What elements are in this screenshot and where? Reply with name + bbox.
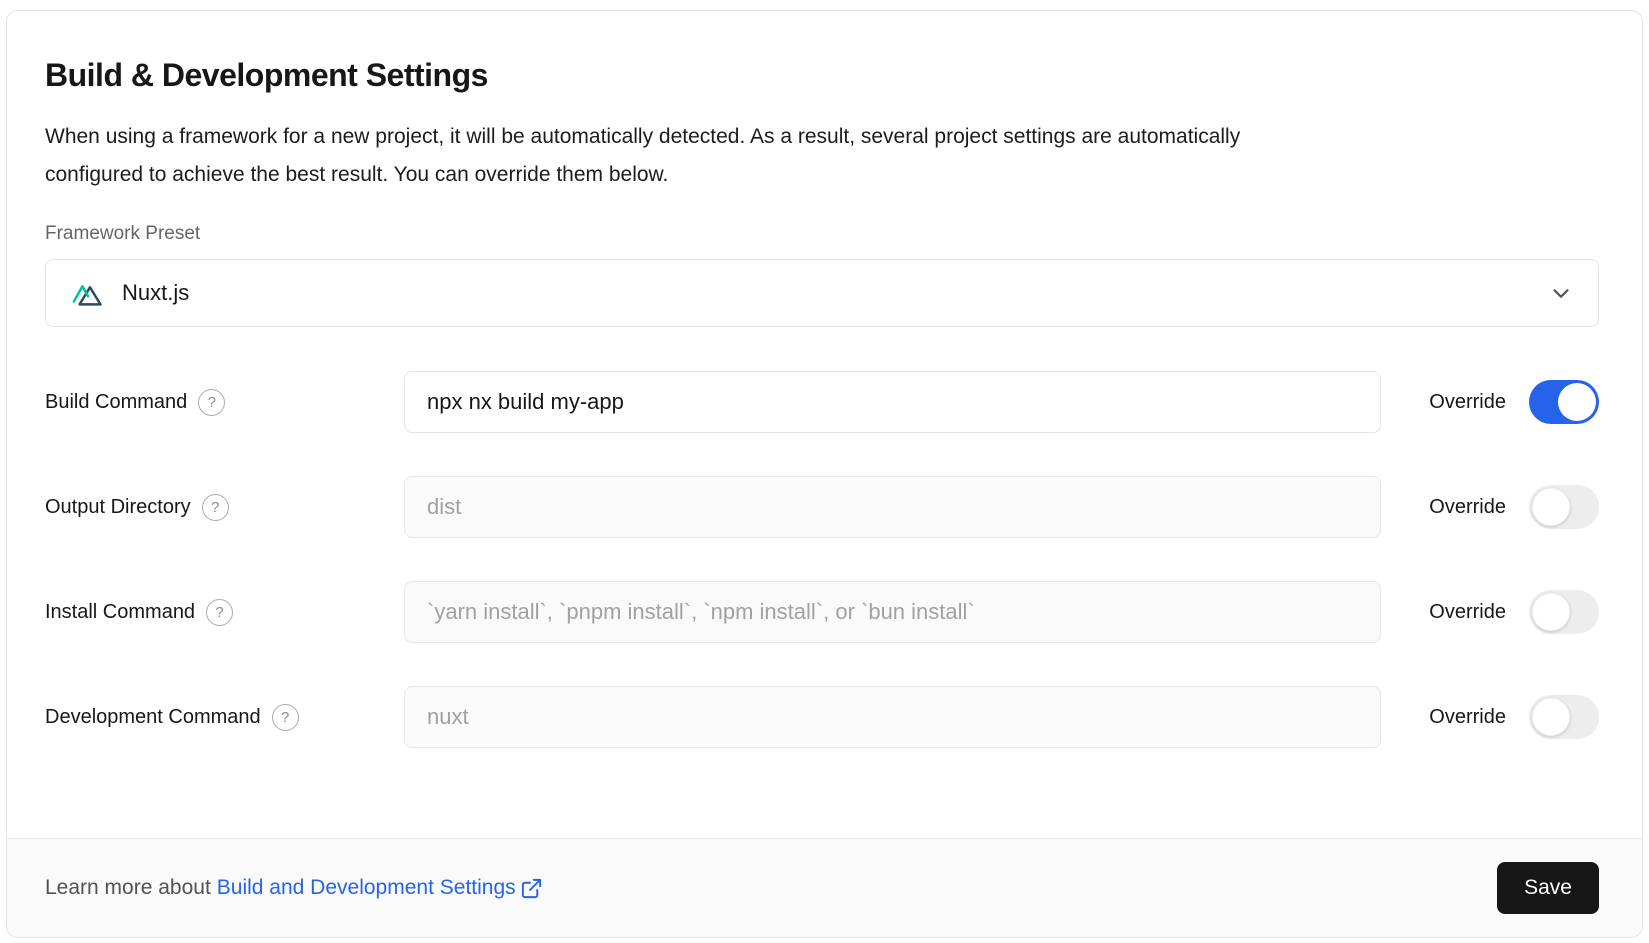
build-command-override: Override (1429, 380, 1599, 424)
install-command-label: Install Command ? (45, 599, 404, 626)
toggle-knob (1532, 488, 1570, 526)
framework-preset-value: Nuxt.js (122, 280, 189, 306)
learn-more-prefix: Learn more about (45, 876, 211, 900)
development-command-field (404, 686, 1381, 748)
help-icon[interactable]: ? (198, 389, 225, 416)
framework-preset-select[interactable]: Nuxt.js (45, 259, 1599, 327)
save-button[interactable]: Save (1497, 862, 1599, 914)
help-icon[interactable]: ? (272, 704, 299, 731)
build-settings-card: Build & Development Settings When using … (6, 10, 1643, 938)
help-icon[interactable]: ? (202, 494, 229, 521)
row-label-text: Install Command (45, 601, 195, 624)
build-command-field (404, 371, 1381, 433)
development-command-input[interactable] (404, 686, 1381, 748)
learn-more-text: Learn more about Build and Development S… (45, 876, 543, 900)
development-command-label: Development Command ? (45, 704, 404, 731)
nuxt-logo-icon (71, 278, 109, 308)
development-command-override-toggle[interactable] (1529, 695, 1599, 739)
row-label-text: Output Directory (45, 496, 191, 519)
chevron-down-icon (1548, 280, 1574, 306)
help-icon[interactable]: ? (206, 599, 233, 626)
override-label: Override (1429, 391, 1506, 414)
output-directory-input[interactable] (404, 476, 1381, 538)
override-label: Override (1429, 706, 1506, 729)
output-directory-label: Output Directory ? (45, 494, 404, 521)
install-command-input[interactable] (404, 581, 1381, 643)
development-command-override: Override (1429, 695, 1599, 739)
install-command-override-toggle[interactable] (1529, 590, 1599, 634)
row-label-text: Build Command (45, 391, 187, 414)
external-link-icon (520, 877, 543, 900)
override-label: Override (1429, 496, 1506, 519)
toggle-knob (1558, 383, 1596, 421)
install-command-row: Install Command ? Override (45, 581, 1599, 643)
page-title: Build & Development Settings (45, 55, 1599, 95)
development-command-row: Development Command ? Override (45, 686, 1599, 748)
learn-more-link-text: Build and Development Settings (217, 876, 516, 900)
install-command-field (404, 581, 1381, 643)
learn-more-link[interactable]: Build and Development Settings (217, 876, 543, 900)
toggle-knob (1532, 698, 1570, 736)
output-directory-override-toggle[interactable] (1529, 485, 1599, 529)
output-directory-override: Override (1429, 485, 1599, 529)
build-command-label: Build Command ? (45, 389, 404, 416)
description-line-2: configured to achieve the best result. Y… (45, 156, 1599, 194)
row-label-text: Development Command (45, 706, 261, 729)
build-command-row: Build Command ? Override (45, 371, 1599, 433)
card-footer: Learn more about Build and Development S… (7, 838, 1642, 937)
framework-preset-label: Framework Preset (45, 222, 1599, 246)
output-directory-field (404, 476, 1381, 538)
output-directory-row: Output Directory ? Override (45, 476, 1599, 538)
description-line-1: When using a framework for a new project… (45, 118, 1599, 156)
toggle-knob (1532, 593, 1570, 631)
build-command-input[interactable] (404, 371, 1381, 433)
description: When using a framework for a new project… (45, 118, 1599, 194)
install-command-override: Override (1429, 590, 1599, 634)
build-command-override-toggle[interactable] (1529, 380, 1599, 424)
override-label: Override (1429, 601, 1506, 624)
